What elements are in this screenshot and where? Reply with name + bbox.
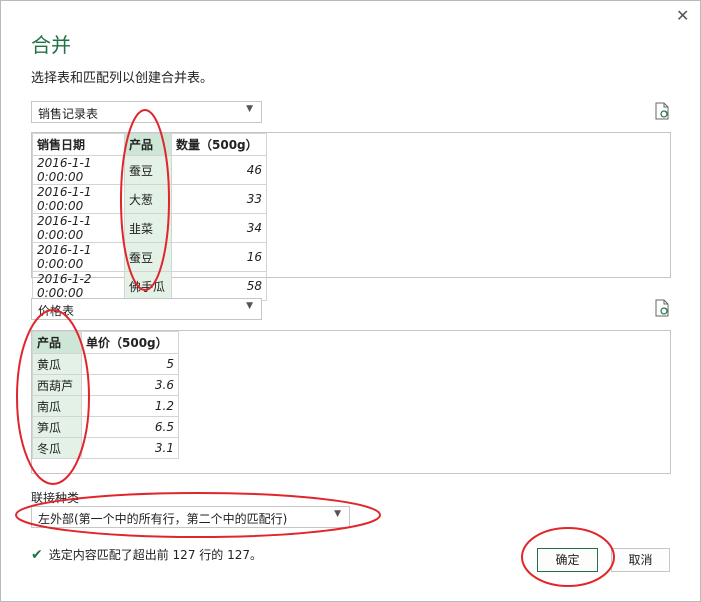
- table-cell-selected: 黄瓜: [32, 353, 82, 375]
- table1-col-header-selected[interactable]: 产品: [124, 133, 172, 156]
- table-row: 2016-1-1 0:00:00 大葱 33: [32, 184, 267, 214]
- table-cell: 58: [171, 271, 267, 301]
- checkmark-icon: ✔: [31, 547, 43, 563]
- table-row: 西葫芦 3.6: [32, 374, 179, 396]
- table-cell-selected: 大葱: [124, 184, 172, 214]
- table1-col-header[interactable]: 销售日期: [32, 133, 125, 156]
- table1-grid: 销售日期 产品 数量（500g） 2016-1-1 0:00:00 蚕豆 46 …: [32, 133, 267, 301]
- table-cell-selected: 韭菜: [124, 213, 172, 243]
- table1-col-header[interactable]: 数量（500g）: [171, 133, 267, 156]
- match-status-text: 选定内容匹配了超出前 127 行的 127。: [48, 548, 262, 562]
- table2-preview: 产品 单价（500g） 黄瓜 5 西葫芦 3.6 南瓜 1.2 笋瓜 6.5 冬…: [31, 330, 671, 474]
- table-cell: 34: [171, 213, 267, 243]
- table-cell-selected: 南瓜: [32, 395, 82, 417]
- table-row: 冬瓜 3.1: [32, 437, 179, 459]
- join-kind-label: 联接种类: [31, 491, 80, 505]
- match-status: ✔ 选定内容匹配了超出前 127 行的 127。: [31, 546, 262, 563]
- table-cell: 2016-1-1 0:00:00: [32, 213, 125, 243]
- join-kind-value: 左外部(第一个中的所有行，第二个中的匹配行): [38, 512, 288, 526]
- table1-select[interactable]: 销售记录表 ▼: [31, 101, 262, 123]
- table-cell: 46: [171, 155, 267, 185]
- chevron-down-icon: ▼: [246, 301, 253, 311]
- chevron-down-icon: ▼: [246, 104, 253, 114]
- table2-header-row: 产品 单价（500g）: [32, 331, 179, 354]
- table-row: 黄瓜 5: [32, 353, 179, 375]
- table-row: 2016-1-2 0:00:00 佛手瓜 58: [32, 271, 267, 301]
- refresh-preview-icon[interactable]: [654, 102, 670, 120]
- table-row: 2016-1-1 0:00:00 蚕豆 46: [32, 155, 267, 185]
- table-cell: 2016-1-1 0:00:00: [32, 184, 125, 214]
- table2-col-header[interactable]: 单价（500g）: [81, 331, 179, 354]
- table-cell: 3.1: [81, 437, 179, 459]
- table-cell: 6.5: [81, 416, 179, 438]
- table2-select-value: 价格表: [38, 304, 75, 318]
- table-cell: 2016-1-2 0:00:00: [32, 271, 125, 301]
- table-cell: 5: [81, 353, 179, 375]
- table-row: 2016-1-1 0:00:00 韭菜 34: [32, 213, 267, 243]
- cancel-button[interactable]: 取消: [611, 548, 670, 572]
- close-icon[interactable]: ✕: [676, 6, 689, 25]
- chevron-down-icon: ▼: [334, 509, 341, 519]
- table-cell: 3.6: [81, 374, 179, 396]
- refresh-preview-icon[interactable]: [654, 299, 670, 317]
- table-row: 南瓜 1.2: [32, 395, 179, 417]
- table-cell-selected: 佛手瓜: [124, 271, 172, 301]
- dialog-description: 选择表和匹配列以创建合并表。: [31, 71, 214, 86]
- table2-grid: 产品 单价（500g） 黄瓜 5 西葫芦 3.6 南瓜 1.2 笋瓜 6.5 冬…: [32, 331, 179, 459]
- table-cell: 16: [171, 242, 267, 272]
- table-cell-selected: 蚕豆: [124, 242, 172, 272]
- table-row: 笋瓜 6.5: [32, 416, 179, 438]
- table2-select[interactable]: 价格表 ▼: [31, 298, 262, 320]
- table-cell-selected: 西葫芦: [32, 374, 82, 396]
- table-cell: 1.2: [81, 395, 179, 417]
- join-kind-select[interactable]: 左外部(第一个中的所有行，第二个中的匹配行) ▼: [31, 506, 350, 528]
- ok-button[interactable]: 确定: [537, 548, 598, 572]
- table1-select-value: 销售记录表: [38, 107, 99, 121]
- dialog-title: 合并: [31, 33, 71, 57]
- table2-col-header-selected[interactable]: 产品: [32, 331, 82, 354]
- table-cell-selected: 冬瓜: [32, 437, 82, 459]
- table-row: 2016-1-1 0:00:00 蚕豆 16: [32, 242, 267, 272]
- table-cell-selected: 蚕豆: [124, 155, 172, 185]
- table1-preview: 销售日期 产品 数量（500g） 2016-1-1 0:00:00 蚕豆 46 …: [31, 132, 671, 301]
- table-cell-selected: 笋瓜: [32, 416, 82, 438]
- table-cell: 2016-1-1 0:00:00: [32, 155, 125, 185]
- table-cell: 2016-1-1 0:00:00: [32, 242, 125, 272]
- table-cell: 33: [171, 184, 267, 214]
- table1-header-row: 销售日期 产品 数量（500g）: [32, 133, 267, 156]
